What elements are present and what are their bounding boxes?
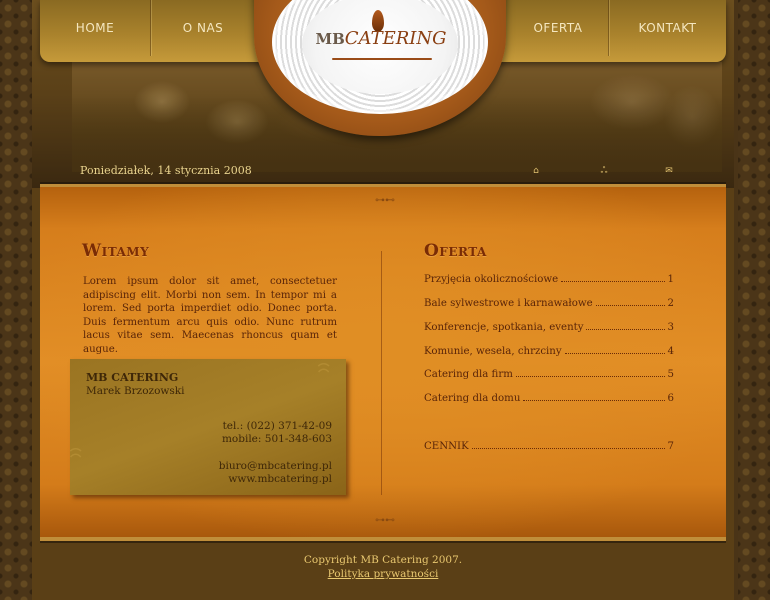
- offer-item[interactable]: Bale sylwestrowe i karnawałowe 2: [424, 298, 674, 309]
- offer-item-number: 6: [667, 393, 674, 404]
- copyright-text: Copyright MB Catering 2007.: [303, 554, 463, 566]
- email-link[interactable]: biuro@mbcatering.pl: [219, 460, 332, 472]
- dot-leader: [595, 298, 665, 306]
- dot-leader: [586, 322, 665, 330]
- contact-person: Marek Brzozowski: [86, 385, 185, 397]
- offer-item[interactable]: Konferencje, spotkania, eventy 3: [424, 322, 674, 333]
- header: HOME O NAS OFERTA KONTAKT MBCATERING Pon…: [32, 0, 734, 188]
- offer-item-label: Komunie, wesela, chrzciny: [424, 346, 562, 357]
- nav-home[interactable]: HOME: [40, 0, 150, 56]
- home-icon[interactable]: ⌂: [530, 166, 542, 176]
- offer-item-label: Przyjęcia okolicznościowe: [424, 274, 559, 285]
- dot-leader: [471, 441, 665, 449]
- welcome-title: Witamy: [82, 241, 150, 261]
- offer-item[interactable]: Komunie, wesela, chrzciny 4: [424, 346, 674, 357]
- logo-mb: MB: [315, 30, 345, 48]
- offer-item-number: 3: [667, 322, 674, 333]
- right-pattern: [738, 0, 770, 600]
- top-ornament: ⊶⊷: [375, 195, 395, 206]
- dot-leader: [564, 346, 665, 354]
- footer: Copyright MB Catering 2007. Polityka pry…: [32, 554, 734, 580]
- left-pattern: [0, 0, 32, 600]
- offer-title: Oferta: [424, 241, 487, 261]
- offer-item-label: Bale sylwestrowe i karnawałowe: [424, 298, 593, 309]
- offer-item-number: 2: [667, 298, 674, 309]
- offer-item-label: Catering dla firm: [424, 369, 513, 380]
- website-link[interactable]: www.mbcatering.pl: [228, 473, 332, 485]
- pricelist-link[interactable]: CENNIK 7: [424, 441, 674, 452]
- offer-item-label: Catering dla domu: [424, 393, 521, 404]
- dot-leader: [561, 274, 665, 282]
- dot-leader: [515, 369, 665, 377]
- company-name: MB CATERING: [86, 371, 179, 384]
- mobile-number: mobile: 501-348-603: [221, 433, 332, 445]
- nav-contact[interactable]: KONTAKT: [609, 0, 726, 56]
- privacy-policy-link[interactable]: Polityka prywatności: [328, 568, 439, 580]
- contact-card: ꩰ ꩰ MB CATERING Marek Brzozowski tel.: (…: [70, 359, 346, 495]
- welcome-text: Lorem ipsum dolor sit amet, consectetuer…: [83, 276, 337, 355]
- phone-number: tel.: (022) 371-42-09: [222, 420, 332, 432]
- main-panel: ⊶⊷ Witamy Lorem ipsum dolor sit amet, co…: [40, 184, 726, 541]
- column-divider: [381, 251, 382, 495]
- dot-leader: [523, 393, 665, 401]
- offer-item[interactable]: Przyjęcia okolicznościowe 1: [424, 274, 674, 285]
- mail-icon[interactable]: ✉: [663, 166, 675, 176]
- logo[interactable]: MBCATERING: [314, 28, 448, 49]
- offer-item[interactable]: Catering dla domu 6: [424, 393, 674, 404]
- bottom-ornament: ⊶⊷: [375, 515, 395, 526]
- offer-item-number: 5: [667, 369, 674, 380]
- offer-item[interactable]: Catering dla firm 5: [424, 369, 674, 380]
- offer-item-number: 4: [667, 346, 674, 357]
- logo-catering: CATERING: [344, 28, 447, 49]
- pricelist-number: 7: [667, 441, 674, 452]
- page-wrapper: HOME O NAS OFERTA KONTAKT MBCATERING Pon…: [32, 0, 734, 600]
- sitemap-icon[interactable]: ஃ: [598, 166, 610, 176]
- current-date: Poniedziałek, 14 stycznia 2008: [80, 164, 252, 177]
- nav-offer[interactable]: OFERTA: [506, 0, 610, 56]
- offer-item-label: Konferencje, spotkania, eventy: [424, 322, 584, 333]
- offer-item-number: 1: [667, 274, 674, 285]
- pricelist-label: CENNIK: [424, 441, 469, 452]
- nav-about[interactable]: O NAS: [151, 0, 255, 56]
- logo-underline: [332, 58, 432, 60]
